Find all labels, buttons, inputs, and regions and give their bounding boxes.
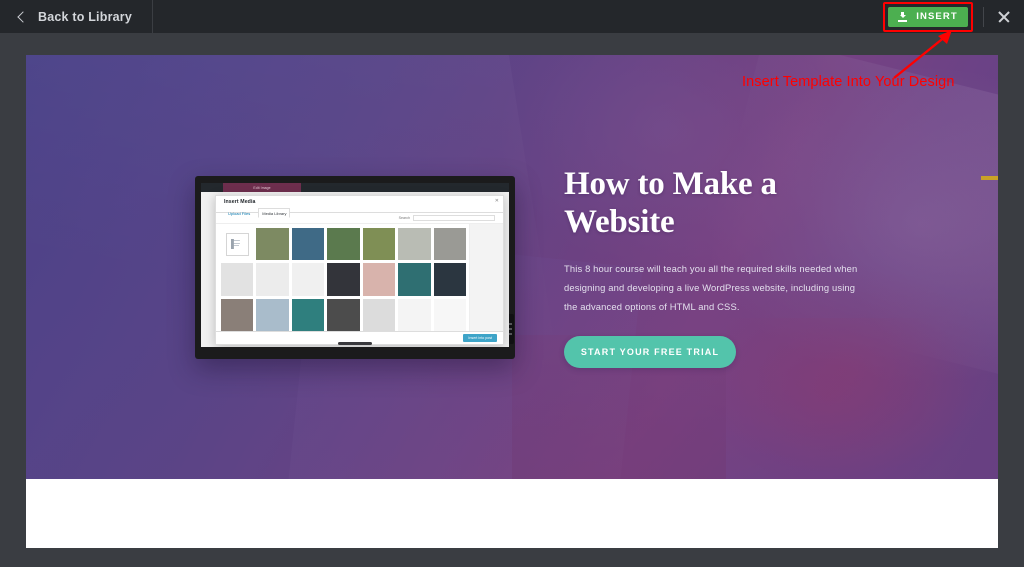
green-valley-thumb[interactable] [327, 228, 360, 261]
road-car-thumb[interactable] [433, 228, 466, 261]
green-swirl-logo-thumb[interactable] [433, 298, 466, 331]
browser-tab-label: Edit Image [253, 185, 271, 190]
close-icon[interactable] [990, 3, 1018, 31]
device-home-indicator [338, 342, 372, 345]
back-to-library-label: Back to Library [38, 9, 133, 24]
insert-button[interactable]: INSERT [888, 6, 968, 27]
browser-tab[interactable]: Edit Image [223, 183, 301, 192]
hero-section: Edit Image Insert Media ✕ Upload Files M… [26, 55, 998, 479]
back-to-library-button[interactable]: Back to Library [0, 0, 154, 33]
teal-cove-thumb[interactable] [398, 263, 431, 296]
download-icon-base [898, 19, 908, 22]
top-toolbar: Back to Library INSERT [0, 0, 1024, 33]
hero-title: How to Make a Website [564, 166, 777, 241]
foggy-sea-thumb[interactable] [398, 228, 431, 261]
start-free-trial-button[interactable]: START YOUR FREE TRIAL [564, 336, 736, 369]
tab-media-library[interactable]: Media Library [258, 208, 291, 218]
modal-close-icon[interactable]: ✕ [495, 199, 499, 204]
hiker-field-thumb[interactable] [256, 228, 289, 261]
chevron-left-icon [16, 11, 28, 23]
accent-marker [981, 176, 998, 180]
insert-button-label: INSERT [916, 11, 958, 22]
placeholder-pale-thumb[interactable] [291, 263, 325, 296]
photographer-thumb[interactable] [221, 298, 254, 331]
device-screen: Edit Image Insert Media ✕ Upload Files M… [201, 183, 509, 347]
forest-path-thumb[interactable] [362, 228, 396, 261]
media-thumbnail-grid[interactable] [216, 224, 469, 331]
template-preview-frame: Edit Image Insert Media ✕ Upload Files M… [26, 55, 998, 548]
hero-body-text: This 8 hour course will teach you all th… [564, 262, 858, 313]
hero-copy-column: How to Make a Website This 8 hour course… [564, 165, 864, 369]
device-mockup: Edit Image Insert Media ✕ Upload Files M… [195, 176, 515, 359]
attachment-details-panel [469, 224, 503, 331]
insert-button-highlight: INSERT [883, 1, 973, 32]
modal-title: Insert Media [224, 199, 256, 205]
night-forest-thumb[interactable] [433, 263, 466, 296]
screenshot-thumb[interactable] [362, 298, 396, 331]
insert-media-modal: Insert Media ✕ Upload Files Media Librar… [215, 195, 504, 345]
teal-logo-thumb[interactable] [398, 298, 431, 331]
placeholder-light-thumb[interactable] [256, 263, 289, 296]
download-icon [898, 11, 908, 22]
template-preview-screen: Back to Library INSERT Edit Image Insert… [0, 0, 1024, 567]
placeholder-grey-thumb[interactable] [221, 263, 254, 296]
browser-chrome: Edit Image [201, 183, 509, 192]
pink-abstract-thumb[interactable] [362, 263, 396, 296]
preview-white-section [26, 479, 998, 548]
top-toolbar-actions: INSERT [883, 0, 1024, 33]
insert-into-post-button[interactable]: Insert into post [463, 334, 497, 342]
modal-header: Insert Media ✕ Upload Files Media Librar… [216, 196, 503, 218]
wordpress-admin-page: Insert Media ✕ Upload Files Media Librar… [201, 192, 509, 347]
ocean-wave-thumb[interactable] [291, 298, 325, 331]
dark-landscape-thumb[interactable] [327, 298, 360, 331]
toolbar-divider [983, 6, 984, 27]
document-icon-thumb[interactable] [221, 228, 254, 261]
dark-quote-thumb[interactable] [327, 263, 360, 296]
modal-body [216, 224, 503, 331]
document-icon [225, 232, 249, 256]
start-free-trial-label: START YOUR FREE TRIAL [580, 347, 720, 358]
modal-tabs: Upload Files Media Library [224, 208, 495, 218]
lake-dock-thumb[interactable] [291, 228, 325, 261]
tab-upload-files[interactable]: Upload Files [224, 208, 254, 218]
blue-window-thumb[interactable] [256, 298, 289, 331]
